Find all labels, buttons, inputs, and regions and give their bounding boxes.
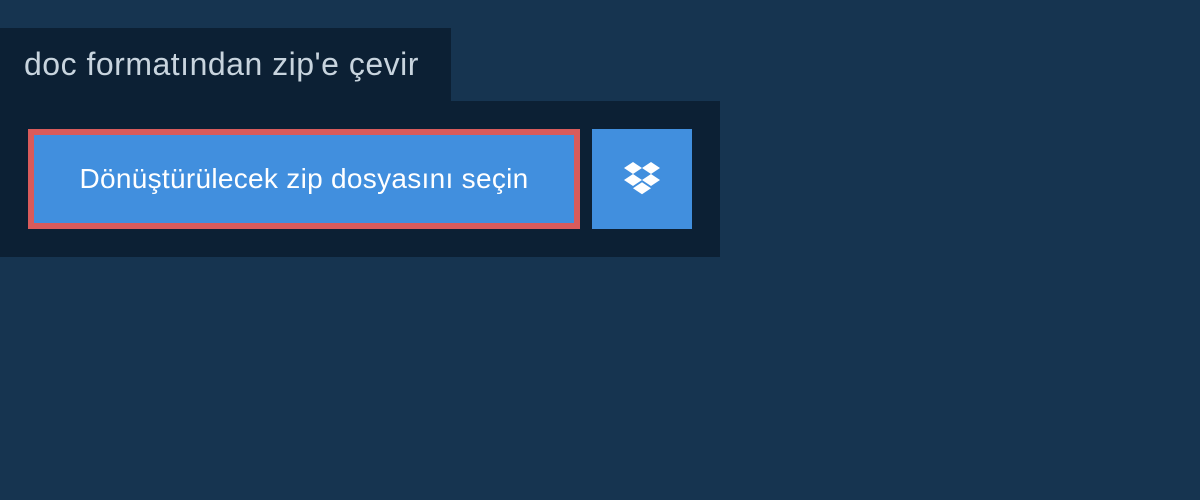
dropbox-button[interactable] [592, 129, 692, 229]
select-file-button[interactable]: Dönüştürülecek zip dosyasını seçin [28, 129, 580, 229]
button-row: Dönüştürülecek zip dosyasını seçin [28, 129, 692, 229]
page-title: doc formatından zip'e çevir [24, 46, 419, 82]
header-tab: doc formatından zip'e çevir [0, 28, 451, 101]
upload-panel: Dönüştürülecek zip dosyasını seçin [0, 101, 720, 257]
select-file-label: Dönüştürülecek zip dosyasını seçin [79, 163, 528, 195]
dropbox-icon [624, 159, 660, 200]
